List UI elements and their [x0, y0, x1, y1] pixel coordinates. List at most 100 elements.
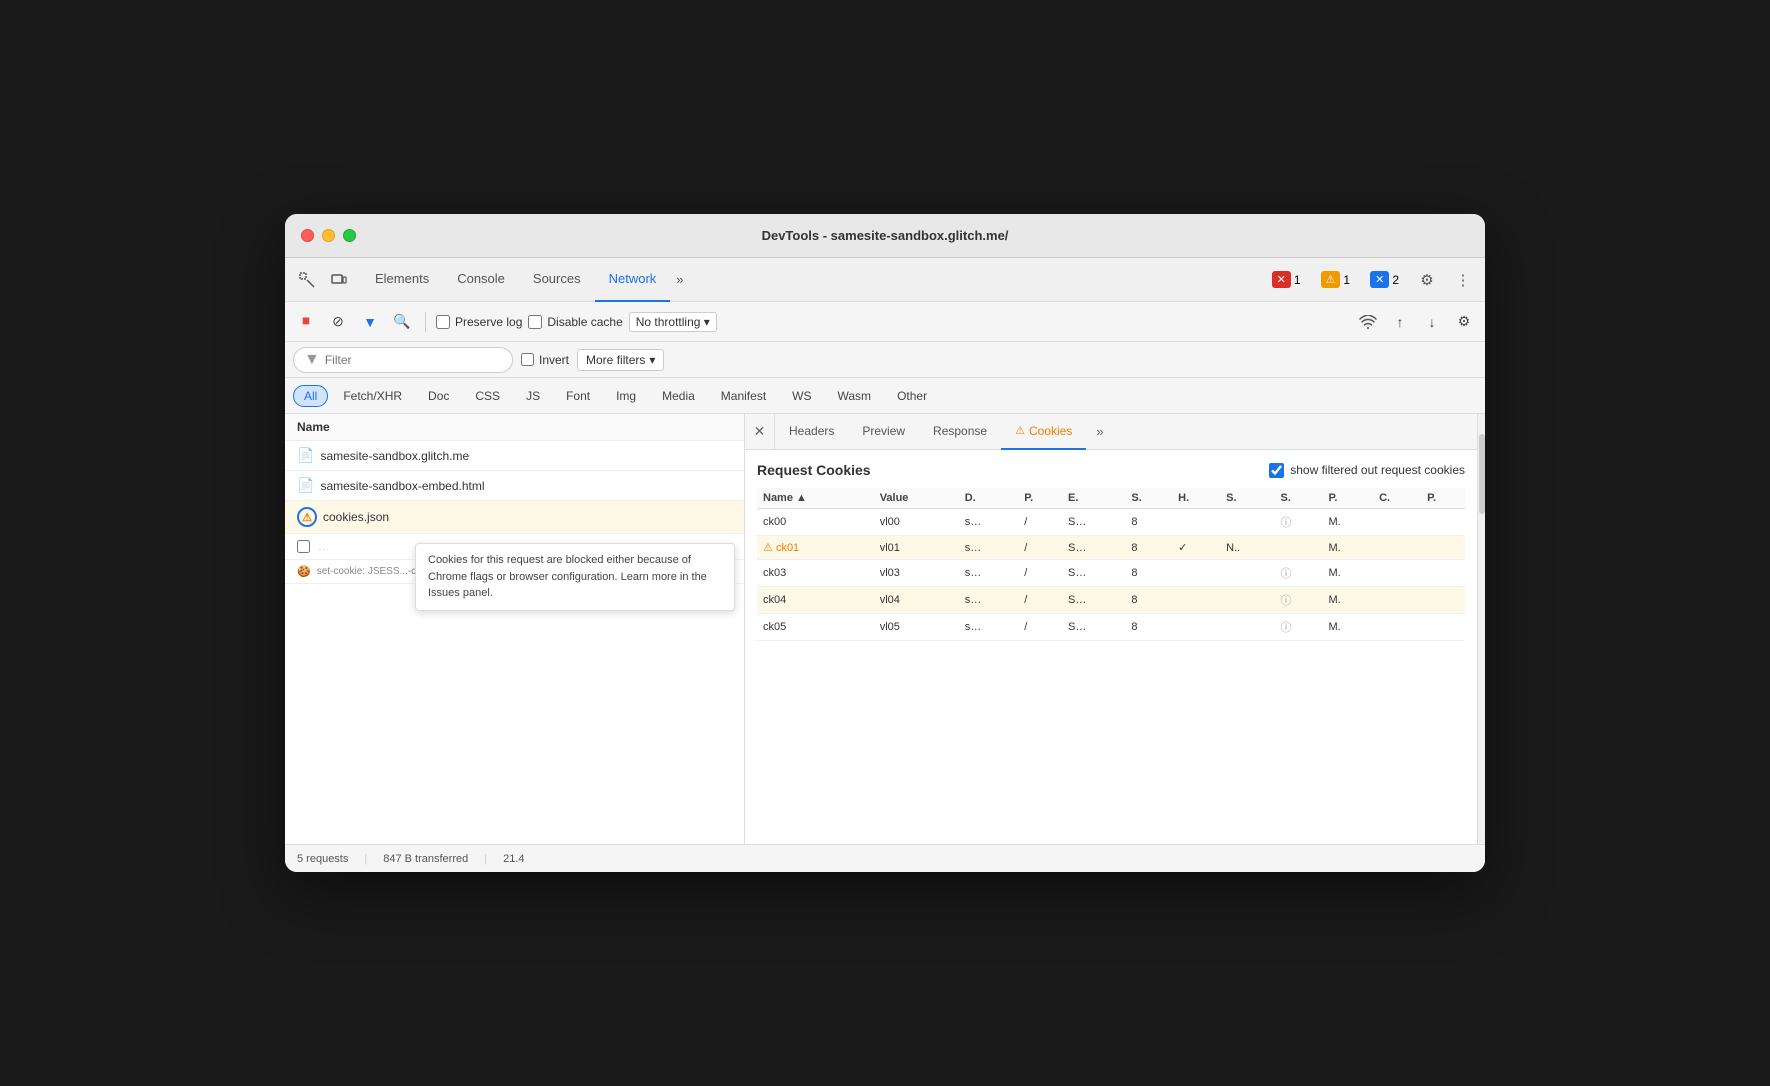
error-badge[interactable]: ✕ 1	[1266, 269, 1307, 290]
file-icon-1: 📄	[297, 447, 314, 464]
cookies-section: Request Cookies show filtered out reques…	[745, 450, 1477, 844]
panel-tab-response[interactable]: Response	[919, 414, 1001, 450]
table-row[interactable]: ck00 vl00 s… / S… 8 ⓘ M.	[757, 509, 1465, 536]
panel-tabs: ✕ Headers Preview Response ⚠ Cookies »	[745, 414, 1477, 450]
search-button[interactable]: 🔍	[389, 309, 415, 335]
type-btn-js[interactable]: JS	[515, 385, 551, 407]
download-icon[interactable]: ↓	[1419, 309, 1445, 335]
file-checkbox[interactable]	[297, 540, 310, 553]
stop-recording-button[interactable]: ⏹	[293, 309, 319, 335]
scroll-thumb[interactable]	[1479, 434, 1485, 514]
status-requests: 5 requests	[297, 853, 348, 865]
table-row[interactable]: ck03 vl03 s… / S… 8 ⓘ M.	[757, 560, 1465, 587]
toolbar-right: ↑ ↓ ⚙	[1355, 309, 1477, 335]
more-options-icon[interactable]: ⋮	[1449, 266, 1477, 294]
cookie-icon: 🍪	[297, 565, 311, 578]
cookie-domain-cell: s…	[959, 587, 1018, 614]
col-name[interactable]: Name ▲	[757, 488, 874, 509]
cookie-p-cell	[1421, 536, 1465, 560]
cookie-httponly-cell: ✓	[1172, 536, 1220, 560]
type-btn-manifest[interactable]: Manifest	[710, 385, 777, 407]
col-domain[interactable]: D.	[959, 488, 1018, 509]
tab-elements[interactable]: Elements	[361, 258, 443, 302]
cookie-httponly-cell	[1172, 614, 1220, 641]
col-samesite[interactable]: S.	[1220, 488, 1274, 509]
truncated-url: …	[318, 541, 329, 553]
inspect-icon[interactable]	[293, 266, 321, 294]
invert-checkbox[interactable]	[521, 353, 534, 366]
minimize-button[interactable]	[322, 229, 335, 242]
file-item-3[interactable]: ⚠ cookies.json Cookies for this request …	[285, 501, 744, 534]
panel-tab-preview[interactable]: Preview	[848, 414, 919, 450]
panel-tab-headers[interactable]: Headers	[775, 414, 848, 450]
type-filters: All Fetch/XHR Doc CSS JS Font Img Media …	[285, 378, 1485, 414]
type-btn-ws[interactable]: WS	[781, 385, 822, 407]
file-panel-header: Name	[285, 414, 744, 441]
show-filtered-checkbox[interactable]	[1269, 463, 1284, 478]
type-btn-doc[interactable]: Doc	[417, 385, 460, 407]
warning-count: 1	[1343, 273, 1350, 287]
col-httponly[interactable]: H.	[1172, 488, 1220, 509]
filter-input[interactable]	[325, 353, 502, 367]
cookie-path-cell: /	[1018, 560, 1062, 587]
settings-icon[interactable]: ⚙	[1413, 266, 1441, 294]
type-btn-fetch-xhr[interactable]: Fetch/XHR	[332, 385, 413, 407]
file-panel: Name 📄 samesite-sandbox.glitch.me 📄 same…	[285, 414, 745, 844]
table-row[interactable]: ck04 vl04 s… / S… 8 ⓘ M.	[757, 587, 1465, 614]
panel-close-button[interactable]: ✕	[745, 414, 775, 450]
nav-more-icon[interactable]: »	[670, 264, 689, 295]
wifi-icon[interactable]	[1355, 309, 1381, 335]
window-title: DevTools - samesite-sandbox.glitch.me/	[762, 228, 1009, 243]
tab-console[interactable]: Console	[443, 258, 519, 302]
status-sep-1: |	[364, 853, 367, 865]
cookie-size-cell: 8	[1125, 587, 1172, 614]
cookie-c-cell	[1373, 560, 1421, 587]
upload-icon[interactable]: ↑	[1387, 309, 1413, 335]
scrollbar[interactable]	[1477, 414, 1485, 844]
file-item-2[interactable]: 📄 samesite-sandbox-embed.html	[285, 471, 744, 501]
col-secure[interactable]: S.	[1275, 488, 1323, 509]
cookie-size-cell: 8	[1125, 614, 1172, 641]
clear-button[interactable]: ⊘	[325, 309, 351, 335]
device-icon[interactable]	[325, 266, 353, 294]
throttle-select[interactable]: No throttling ▾	[629, 312, 717, 332]
cookie-p-cell	[1421, 509, 1465, 536]
cookie-c-cell	[1373, 536, 1421, 560]
panel-tab-cookies[interactable]: ⚠ Cookies	[1001, 414, 1086, 450]
col-p[interactable]: P.	[1421, 488, 1465, 509]
tooltip: Cookies for this request are blocked eit…	[415, 543, 735, 611]
type-btn-img[interactable]: Img	[605, 385, 647, 407]
warning-ring-icon: ⚠	[297, 507, 317, 527]
network-settings-icon[interactable]: ⚙	[1451, 309, 1477, 335]
file-item-1[interactable]: 📄 samesite-sandbox.glitch.me	[285, 441, 744, 471]
type-btn-all[interactable]: All	[293, 385, 328, 407]
maximize-button[interactable]	[343, 229, 356, 242]
tab-sources[interactable]: Sources	[519, 258, 595, 302]
more-filters-button[interactable]: More filters ▾	[577, 349, 664, 371]
filter-button[interactable]: ▼	[357, 309, 383, 335]
type-btn-media[interactable]: Media	[651, 385, 706, 407]
col-c[interactable]: C.	[1373, 488, 1421, 509]
nav-icons	[293, 266, 353, 294]
table-row[interactable]: ⚠ ck01 vl01 s… / S… 8 ✓ N.. M.	[757, 536, 1465, 560]
col-value[interactable]: Value	[874, 488, 959, 509]
col-path[interactable]: P.	[1018, 488, 1062, 509]
col-priority[interactable]: P.	[1323, 488, 1374, 509]
warning-badge[interactable]: ⚠ 1	[1315, 269, 1357, 290]
type-btn-css[interactable]: CSS	[464, 385, 511, 407]
disable-cache-checkbox[interactable]	[528, 315, 542, 329]
type-btn-font[interactable]: Font	[555, 385, 601, 407]
tab-network[interactable]: Network	[595, 258, 671, 302]
col-expires[interactable]: E.	[1062, 488, 1125, 509]
col-size[interactable]: S.	[1125, 488, 1172, 509]
type-btn-other[interactable]: Other	[886, 385, 938, 407]
type-btn-wasm[interactable]: Wasm	[827, 385, 883, 407]
cookie-name-cell: ⚠ ck01	[757, 536, 874, 560]
preserve-log-checkbox[interactable]	[436, 315, 450, 329]
cookies-section-title: Request Cookies	[757, 462, 871, 478]
cookies-header: Request Cookies show filtered out reques…	[757, 462, 1465, 478]
table-row[interactable]: ck05 vl05 s… / S… 8 ⓘ M.	[757, 614, 1465, 641]
close-button[interactable]	[301, 229, 314, 242]
panel-more-icon[interactable]: »	[1088, 424, 1111, 439]
issues-badge[interactable]: ✕ 2	[1364, 269, 1405, 290]
